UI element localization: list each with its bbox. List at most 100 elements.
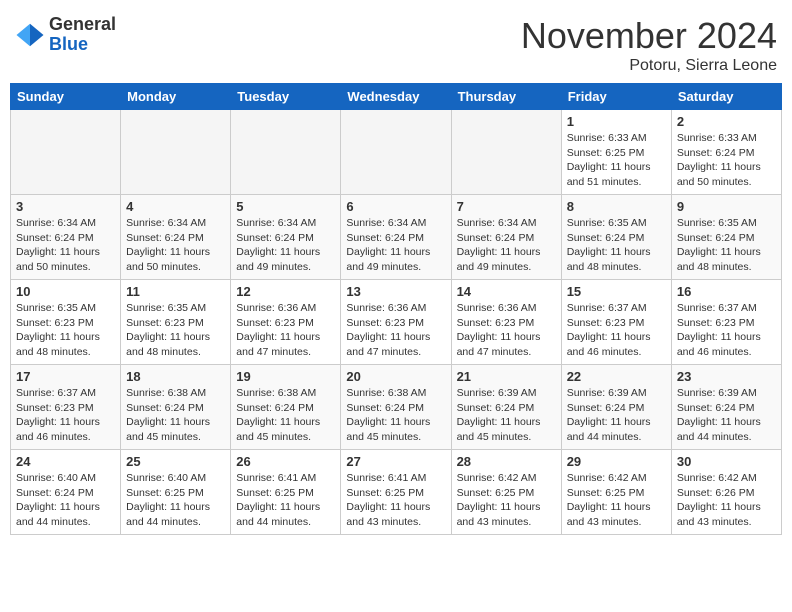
day-number: 26 — [236, 454, 335, 469]
day-info: Sunrise: 6:33 AM Sunset: 6:24 PM Dayligh… — [677, 131, 776, 190]
day-number: 28 — [457, 454, 556, 469]
logo: General Blue — [15, 15, 116, 55]
day-info: Sunrise: 6:34 AM Sunset: 6:24 PM Dayligh… — [346, 216, 445, 275]
day-info: Sunrise: 6:40 AM Sunset: 6:24 PM Dayligh… — [16, 471, 115, 530]
day-number: 10 — [16, 284, 115, 299]
calendar-cell: 3 Sunrise: 6:34 AM Sunset: 6:24 PM Daylig… — [11, 195, 121, 280]
day-info: Sunrise: 6:35 AM Sunset: 6:24 PM Dayligh… — [677, 216, 776, 275]
calendar-cell: 28 Sunrise: 6:42 AM Sunset: 6:25 PM Dayli… — [451, 450, 561, 535]
day-info: Sunrise: 6:41 AM Sunset: 6:25 PM Dayligh… — [236, 471, 335, 530]
calendar-cell — [121, 110, 231, 195]
col-header-friday: Friday — [561, 84, 671, 110]
calendar-cell: 11Sunrise: 6:35 AM Sunset: 6:23 PM Dayli… — [121, 280, 231, 365]
logo-icon — [15, 20, 45, 50]
day-number: 27 — [346, 454, 445, 469]
day-info: Sunrise: 6:41 AM Sunset: 6:25 PM Dayligh… — [346, 471, 445, 530]
day-info: Sunrise: 6:38 AM Sunset: 6:24 PM Dayligh… — [126, 386, 225, 445]
col-header-tuesday: Tuesday — [231, 84, 341, 110]
day-info: Sunrise: 6:38 AM Sunset: 6:24 PM Dayligh… — [346, 386, 445, 445]
day-info: Sunrise: 6:36 AM Sunset: 6:23 PM Dayligh… — [346, 301, 445, 360]
day-info: Sunrise: 6:42 AM Sunset: 6:25 PM Dayligh… — [457, 471, 556, 530]
day-number: 18 — [126, 369, 225, 384]
day-number: 4 — [126, 199, 225, 214]
day-number: 11 — [126, 284, 225, 299]
day-number: 13 — [346, 284, 445, 299]
day-info: Sunrise: 6:37 AM Sunset: 6:23 PM Dayligh… — [567, 301, 666, 360]
calendar-cell: 14 Sunrise: 6:36 AM Sunset: 6:23 PM Dayli… — [451, 280, 561, 365]
day-number: 9 — [677, 199, 776, 214]
logo-general: General — [49, 15, 116, 35]
day-number: 21 — [457, 369, 556, 384]
day-number: 22 — [567, 369, 666, 384]
calendar-row-3: 10 Sunrise: 6:35 AM Sunset: 6:23 PM Dayli… — [11, 280, 782, 365]
day-number: 2 — [677, 114, 776, 129]
day-info: Sunrise: 6:39 AM Sunset: 6:24 PM Dayligh… — [677, 386, 776, 445]
calendar-cell: 9 Sunrise: 6:35 AM Sunset: 6:24 PM Daylig… — [671, 195, 781, 280]
day-number: 14 — [457, 284, 556, 299]
day-info: Sunrise: 6:35 AM Sunset: 6:23 PM Dayligh… — [16, 301, 115, 360]
day-number: 20 — [346, 369, 445, 384]
calendar-cell: 7 Sunrise: 6:34 AM Sunset: 6:24 PM Daylig… — [451, 195, 561, 280]
calendar-cell — [341, 110, 451, 195]
calendar-cell: 23 Sunrise: 6:39 AM Sunset: 6:24 PM Dayli… — [671, 365, 781, 450]
day-info: Sunrise: 6:42 AM Sunset: 6:26 PM Dayligh… — [677, 471, 776, 530]
logo-blue: Blue — [49, 35, 116, 55]
day-info: Sunrise: 6:34 AM Sunset: 6:24 PM Dayligh… — [16, 216, 115, 275]
day-info: Sunrise: 6:33 AM Sunset: 6:25 PM Dayligh… — [567, 131, 666, 190]
calendar-row-1: 1Sunrise: 6:33 AM Sunset: 6:25 PM Daylig… — [11, 110, 782, 195]
day-info: Sunrise: 6:40 AM Sunset: 6:25 PM Dayligh… — [126, 471, 225, 530]
calendar-row-4: 17 Sunrise: 6:37 AM Sunset: 6:23 PM Dayli… — [11, 365, 782, 450]
calendar-table: SundayMondayTuesdayWednesdayThursdayFrid… — [10, 83, 782, 535]
calendar-cell: 30Sunrise: 6:42 AM Sunset: 6:26 PM Dayli… — [671, 450, 781, 535]
calendar-cell: 15Sunrise: 6:37 AM Sunset: 6:23 PM Dayli… — [561, 280, 671, 365]
calendar-cell — [231, 110, 341, 195]
day-number: 17 — [16, 369, 115, 384]
day-info: Sunrise: 6:38 AM Sunset: 6:24 PM Dayligh… — [236, 386, 335, 445]
calendar-cell: 2 Sunrise: 6:33 AM Sunset: 6:24 PM Daylig… — [671, 110, 781, 195]
header-row: SundayMondayTuesdayWednesdayThursdayFrid… — [11, 84, 782, 110]
calendar-cell — [11, 110, 121, 195]
day-info: Sunrise: 6:36 AM Sunset: 6:23 PM Dayligh… — [457, 301, 556, 360]
col-header-wednesday: Wednesday — [341, 84, 451, 110]
calendar-cell: 16 Sunrise: 6:37 AM Sunset: 6:23 PM Dayli… — [671, 280, 781, 365]
page-header: General Blue November 2024 Potoru, Sierr… — [10, 10, 782, 75]
col-header-monday: Monday — [121, 84, 231, 110]
day-number: 23 — [677, 369, 776, 384]
calendar-cell: 29Sunrise: 6:42 AM Sunset: 6:25 PM Dayli… — [561, 450, 671, 535]
calendar-cell: 22Sunrise: 6:39 AM Sunset: 6:24 PM Dayli… — [561, 365, 671, 450]
calendar-cell: 19 Sunrise: 6:38 AM Sunset: 6:24 PM Dayli… — [231, 365, 341, 450]
calendar-cell: 1Sunrise: 6:33 AM Sunset: 6:25 PM Daylig… — [561, 110, 671, 195]
calendar-cell: 20 Sunrise: 6:38 AM Sunset: 6:24 PM Dayli… — [341, 365, 451, 450]
day-info: Sunrise: 6:34 AM Sunset: 6:24 PM Dayligh… — [236, 216, 335, 275]
title-block: November 2024 Potoru, Sierra Leone — [521, 15, 777, 75]
calendar-cell: 10 Sunrise: 6:35 AM Sunset: 6:23 PM Dayli… — [11, 280, 121, 365]
col-header-thursday: Thursday — [451, 84, 561, 110]
calendar-row-5: 24Sunrise: 6:40 AM Sunset: 6:24 PM Dayli… — [11, 450, 782, 535]
day-info: Sunrise: 6:37 AM Sunset: 6:23 PM Dayligh… — [677, 301, 776, 360]
calendar-cell: 25 Sunrise: 6:40 AM Sunset: 6:25 PM Dayli… — [121, 450, 231, 535]
day-info: Sunrise: 6:37 AM Sunset: 6:23 PM Dayligh… — [16, 386, 115, 445]
calendar-cell: 24Sunrise: 6:40 AM Sunset: 6:24 PM Dayli… — [11, 450, 121, 535]
day-info: Sunrise: 6:36 AM Sunset: 6:23 PM Dayligh… — [236, 301, 335, 360]
day-number: 16 — [677, 284, 776, 299]
day-number: 7 — [457, 199, 556, 214]
day-number: 25 — [126, 454, 225, 469]
day-number: 3 — [16, 199, 115, 214]
calendar-cell — [451, 110, 561, 195]
calendar-cell: 4Sunrise: 6:34 AM Sunset: 6:24 PM Daylig… — [121, 195, 231, 280]
calendar-cell: 12 Sunrise: 6:36 AM Sunset: 6:23 PM Dayli… — [231, 280, 341, 365]
calendar-cell: 8Sunrise: 6:35 AM Sunset: 6:24 PM Daylig… — [561, 195, 671, 280]
calendar-cell: 27 Sunrise: 6:41 AM Sunset: 6:25 PM Dayli… — [341, 450, 451, 535]
calendar-cell: 26 Sunrise: 6:41 AM Sunset: 6:25 PM Dayli… — [231, 450, 341, 535]
day-info: Sunrise: 6:34 AM Sunset: 6:24 PM Dayligh… — [457, 216, 556, 275]
logo-text: General Blue — [49, 15, 116, 55]
day-info: Sunrise: 6:35 AM Sunset: 6:24 PM Dayligh… — [567, 216, 666, 275]
day-number: 6 — [346, 199, 445, 214]
day-number: 12 — [236, 284, 335, 299]
calendar-cell: 21Sunrise: 6:39 AM Sunset: 6:24 PM Dayli… — [451, 365, 561, 450]
day-info: Sunrise: 6:42 AM Sunset: 6:25 PM Dayligh… — [567, 471, 666, 530]
day-number: 19 — [236, 369, 335, 384]
col-header-saturday: Saturday — [671, 84, 781, 110]
col-header-sunday: Sunday — [11, 84, 121, 110]
calendar-cell: 18 Sunrise: 6:38 AM Sunset: 6:24 PM Dayli… — [121, 365, 231, 450]
